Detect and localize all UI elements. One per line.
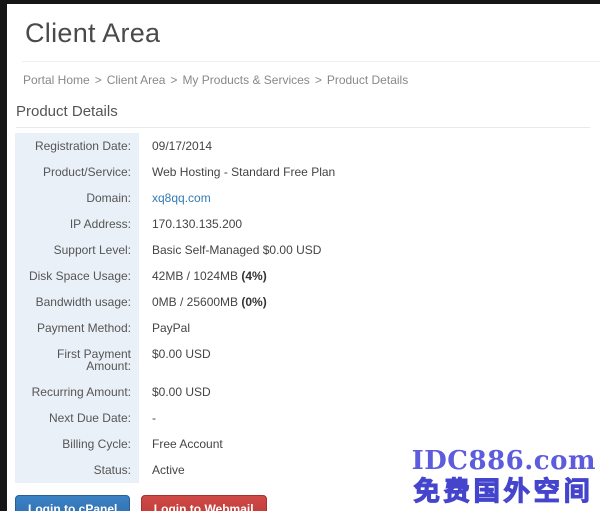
breadcrumb-link[interactable]: Portal Home	[23, 73, 90, 87]
breadcrumb: Portal Home > Client Area > My Products & Se…	[23, 73, 600, 87]
login-to-cpanel-button[interactable]: Login to cPanel	[15, 495, 130, 511]
table-row: Payment Method:PayPal	[15, 315, 590, 341]
login-to-webmail-button[interactable]: Login to Webmail	[141, 495, 267, 511]
window-left-edge	[0, 0, 7, 511]
header-divider	[22, 61, 600, 62]
usage-percentage: (4%)	[241, 269, 266, 283]
page-title: Client Area	[25, 18, 600, 49]
breadcrumb-link[interactable]: My Products & Services	[182, 73, 309, 87]
product-details-table: Registration Date:09/17/2014Product/Serv…	[15, 133, 590, 483]
breadcrumb-separator: >	[170, 73, 177, 87]
row-value: $0.00 USD	[139, 379, 211, 405]
row-value: 0MB / 25600MB (0%)	[139, 289, 267, 315]
row-label: IP Address:	[15, 211, 139, 237]
usage-percentage: (0%)	[241, 295, 266, 309]
row-label: Status:	[15, 457, 139, 483]
row-value: Free Account	[139, 431, 223, 457]
table-row: Disk Space Usage:42MB / 1024MB (4%)	[15, 263, 590, 289]
row-value: PayPal	[139, 315, 190, 341]
table-row: Domain: xq8qq.com	[15, 185, 590, 211]
table-row: Recurring Amount:$0.00 USD	[15, 379, 590, 405]
row-value: Basic Self-Managed $0.00 USD	[139, 237, 321, 263]
table-row: IP Address:170.130.135.200	[15, 211, 590, 237]
row-value: Web Hosting - Standard Free Plan	[139, 159, 335, 185]
row-label: Support Level:	[15, 237, 139, 263]
row-label: Bandwidth usage:	[15, 289, 139, 315]
row-value: $0.00 USD	[139, 341, 211, 379]
row-value: 42MB / 1024MB (4%)	[139, 263, 267, 289]
action-buttons: Login to cPanel Login to Webmail	[15, 495, 600, 511]
row-value: 170.130.135.200	[139, 211, 242, 237]
row-label: First Payment Amount:	[15, 341, 139, 379]
table-row: Billing Cycle:Free Account	[15, 431, 590, 457]
row-label: Product/Service:	[15, 159, 139, 185]
row-label: Payment Method:	[15, 315, 139, 341]
table-row: Registration Date:09/17/2014	[15, 133, 590, 159]
row-value: 09/17/2014	[139, 133, 212, 159]
table-row: Next Due Date:-	[15, 405, 590, 431]
row-label: Registration Date:	[15, 133, 139, 159]
table-row: First Payment Amount:$0.00 USD	[15, 341, 590, 379]
client-area-page: Client Area Portal Home > Client Area > My P…	[0, 0, 600, 511]
page-content: Client Area Portal Home > Client Area > My P…	[7, 4, 600, 511]
row-value: -	[139, 405, 156, 431]
row-label: Next Due Date:	[15, 405, 139, 431]
row-label: Disk Space Usage:	[15, 263, 139, 289]
table-row: Product/Service:Web Hosting - Standard F…	[15, 159, 590, 185]
breadcrumb-separator: >	[315, 73, 322, 87]
table-row: Bandwidth usage:0MB / 25600MB (0%)	[15, 289, 590, 315]
table-row: Status:Active	[15, 457, 590, 483]
window-top-edge	[0, 0, 600, 4]
row-label: Domain:	[15, 185, 139, 211]
breadcrumb-link[interactable]: Client Area	[107, 73, 166, 87]
row-value: Active	[139, 457, 185, 483]
row-label: Billing Cycle:	[15, 431, 139, 457]
table-row: Support Level:Basic Self-Managed $0.00 U…	[15, 237, 590, 263]
row-value: xq8qq.com	[139, 185, 211, 211]
breadcrumb-link[interactable]: Product Details	[327, 73, 408, 87]
breadcrumb-separator: >	[95, 73, 102, 87]
domain-link[interactable]: xq8qq.com	[152, 191, 211, 205]
section-title-product-details: Product Details	[16, 103, 590, 128]
row-label: Recurring Amount:	[15, 379, 139, 405]
